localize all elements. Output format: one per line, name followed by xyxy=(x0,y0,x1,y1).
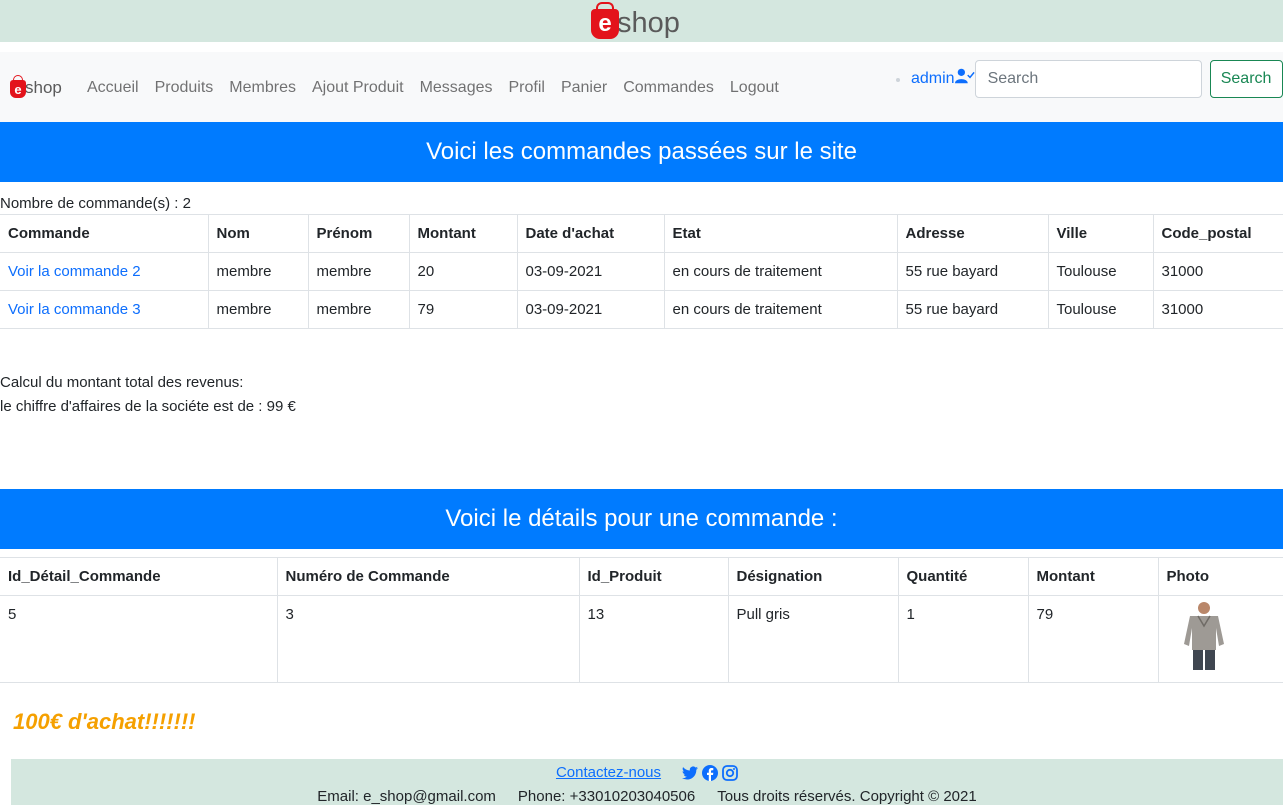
table-cell: 79 xyxy=(408,290,517,329)
table-cell: 03-09-2021 xyxy=(516,290,664,329)
table-cell: membre xyxy=(207,290,308,329)
nav-link-messages[interactable]: Messages xyxy=(412,78,501,98)
column-header: Prénom xyxy=(307,214,409,253)
list-bullet xyxy=(896,78,900,82)
table-cell: membre xyxy=(207,252,308,291)
table-cell: 3 xyxy=(276,595,579,683)
table-cell: en cours de traitement xyxy=(663,290,897,329)
details-table: Id_Détail_Commande Numéro de Commande Id… xyxy=(0,557,1283,683)
footer-email: Email: e_shop@gmail.com xyxy=(317,788,496,805)
table-cell: membre xyxy=(307,290,409,329)
column-header: Désignation xyxy=(727,557,898,596)
shopping-bag-icon: e xyxy=(591,9,620,39)
nav-link-profil[interactable]: Profil xyxy=(501,78,553,98)
nav-link-accueil[interactable]: Accueil xyxy=(79,78,147,98)
nav-link-commandes[interactable]: Commandes xyxy=(615,78,722,98)
table-cell: Toulouse xyxy=(1047,252,1153,291)
nav-links: Accueil Produits Membres Ajout Produit M… xyxy=(79,78,787,98)
user-check-icon xyxy=(954,68,975,84)
column-header: Code_postal xyxy=(1152,214,1283,253)
logo-letter: e xyxy=(14,81,22,97)
column-header: Quantité xyxy=(897,557,1028,596)
column-header: Commande xyxy=(0,214,208,253)
table-row: 5 3 13 Pull gris 1 79 xyxy=(0,595,1283,683)
table-cell: 1 xyxy=(897,595,1028,683)
facebook-icon[interactable] xyxy=(702,764,719,781)
table-cell xyxy=(1157,595,1283,683)
logo-letter: e xyxy=(598,10,612,37)
order-count: Nombre de commande(s) : 2 xyxy=(0,195,191,212)
table-row: Voir la commande 2 membre membre 20 03-0… xyxy=(0,252,1283,291)
nav-link-panier[interactable]: Panier xyxy=(553,78,615,98)
admin-link[interactable]: admin xyxy=(911,69,955,89)
column-header: Adresse xyxy=(896,214,1048,253)
view-order-link[interactable]: Voir la commande 2 xyxy=(8,263,141,280)
column-header: Montant xyxy=(408,214,517,253)
nav-link-logout[interactable]: Logout xyxy=(722,78,787,98)
table-cell: Pull gris xyxy=(727,595,898,683)
table-cell: Toulouse xyxy=(1047,290,1153,329)
nav-right: admin Search xyxy=(896,60,1283,98)
table-header-row: Commande Nom Prénom Montant Date d'achat… xyxy=(0,214,1283,253)
footer: Contactez-nous Email: e_shop@gmail.com P… xyxy=(11,759,1283,805)
table-cell: 20 xyxy=(408,252,517,291)
view-order-link[interactable]: Voir la commande 3 xyxy=(8,301,141,318)
navbar: e shop Accueil Produits Membres Ajout Pr… xyxy=(0,52,1283,122)
table-cell: 55 rue bayard xyxy=(896,252,1048,291)
revenue-text: le chiffre d'affaires de la sociéte est … xyxy=(0,398,296,415)
table-cell: 31000 xyxy=(1152,252,1283,291)
footer-phone: Phone: +33010203040506 xyxy=(517,788,696,805)
table-header-row: Id_Détail_Commande Numéro de Commande Id… xyxy=(0,557,1283,596)
table-row: Voir la commande 3 membre membre 79 03-0… xyxy=(0,290,1283,329)
table-cell: Voir la commande 2 xyxy=(0,252,208,291)
contact-link[interactable]: Contactez-nous xyxy=(556,764,661,781)
shopping-bag-icon: e xyxy=(10,80,26,98)
column-header: Date d'achat xyxy=(516,214,664,253)
nav-link-ajout-produit[interactable]: Ajout Produit xyxy=(304,78,412,98)
column-header: Ville xyxy=(1047,214,1153,253)
logo-text: shop xyxy=(617,7,680,39)
column-header: Numéro de Commande xyxy=(276,557,579,596)
column-header: Nom xyxy=(207,214,308,253)
footer-info: Email: e_shop@gmail.com Phone: +33010203… xyxy=(11,788,1283,805)
table-cell: 13 xyxy=(578,595,728,683)
footer-copyright: Tous droits réservés. Copyright © 2021 xyxy=(717,788,977,805)
navbar-brand[interactable]: e shop xyxy=(10,76,62,98)
table-cell: 03-09-2021 xyxy=(516,252,664,291)
nav-link-membres[interactable]: Membres xyxy=(221,78,304,98)
table-cell: en cours de traitement xyxy=(663,252,897,291)
top-banner: e shop xyxy=(0,0,1283,42)
table-cell: 79 xyxy=(1027,595,1158,683)
social-icons xyxy=(682,764,738,781)
column-header: Photo xyxy=(1157,557,1283,596)
column-header: Montant xyxy=(1027,557,1158,596)
details-heading: Voici le détails pour une commande : xyxy=(0,489,1283,549)
search-input[interactable] xyxy=(974,60,1202,98)
table-cell: Voir la commande 3 xyxy=(0,290,208,329)
table-cell: 31000 xyxy=(1152,290,1283,329)
table-cell: membre xyxy=(307,252,409,291)
revenue-label: Calcul du montant total des revenus: xyxy=(0,374,244,391)
instagram-icon[interactable] xyxy=(722,764,738,781)
nav-link-produits[interactable]: Produits xyxy=(147,78,222,98)
column-header: Id_Détail_Commande xyxy=(0,557,277,596)
site-logo[interactable]: e shop xyxy=(591,3,680,39)
orders-table: Commande Nom Prénom Montant Date d'achat… xyxy=(0,214,1283,329)
twitter-icon[interactable] xyxy=(682,765,699,781)
product-photo xyxy=(1173,600,1232,672)
orders-heading: Voici les commandes passées sur le site xyxy=(0,122,1283,182)
table-cell: 55 rue bayard xyxy=(896,290,1048,329)
column-header: Id_Produit xyxy=(578,557,728,596)
logo-text: shop xyxy=(25,78,62,97)
footer-links: Contactez-nous xyxy=(11,764,1283,781)
table-cell: 5 xyxy=(0,595,277,683)
column-header: Etat xyxy=(663,214,897,253)
promo-banner: 100€ d'achat!!!!!!! xyxy=(13,709,196,734)
search-button[interactable]: Search xyxy=(1209,60,1283,98)
